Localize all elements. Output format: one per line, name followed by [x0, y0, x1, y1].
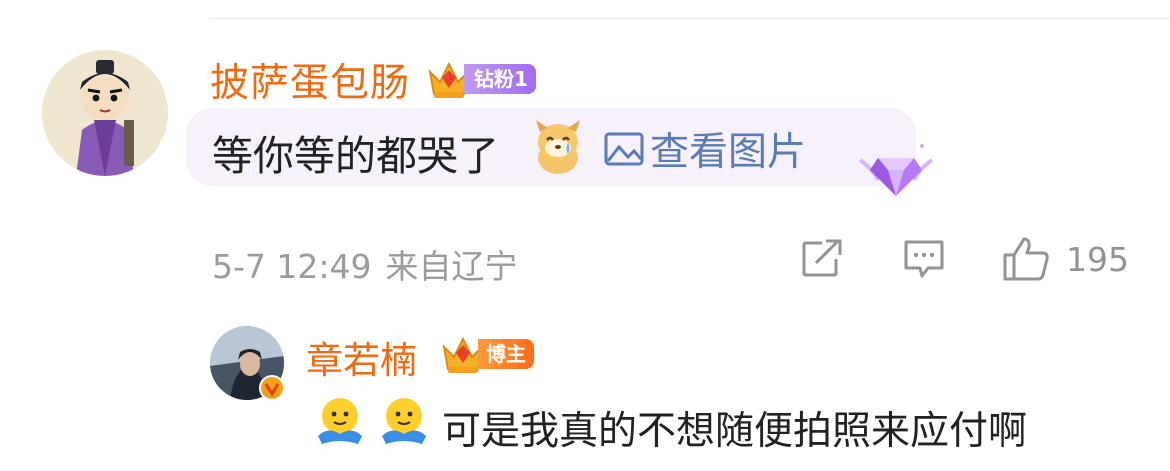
hug-emoji — [318, 398, 362, 444]
verified-icon — [259, 375, 285, 401]
blogger-badge: 博主 — [478, 339, 534, 369]
reply-button[interactable] — [902, 234, 946, 284]
comment-location: 来自辽宁 — [385, 247, 518, 286]
fan-level-badge: 钻粉1 — [464, 64, 536, 94]
share-icon — [802, 239, 842, 277]
author-name[interactable]: 披萨蛋包肠 — [210, 52, 410, 108]
comment-meta: 5-7 12:49 来自辽宁 — [212, 240, 518, 288]
view-image-link[interactable]: 查看图片 — [604, 124, 807, 175]
diamond-icon — [858, 144, 934, 196]
share-button[interactable] — [800, 234, 844, 284]
divider — [210, 18, 1170, 19]
image-icon — [604, 132, 644, 166]
reply-text: 可是我真的不想随便拍照来应付啊 — [442, 409, 1028, 454]
cry-dog-sticker — [536, 120, 580, 174]
avatar[interactable] — [42, 50, 168, 176]
like-icon — [1003, 237, 1049, 281]
hug-emoji — [382, 398, 426, 444]
comment-text: 等你等的都哭了 — [212, 132, 499, 180]
comment-time: 5-7 12:49 — [212, 247, 372, 286]
like-count: 195 — [1066, 239, 1129, 279]
like-button[interactable]: 195 — [1002, 234, 1129, 284]
reply-author-name[interactable]: 章若楠 — [306, 330, 417, 384]
view-image-label: 查看图片 — [650, 130, 807, 175]
comment-icon — [904, 240, 944, 278]
